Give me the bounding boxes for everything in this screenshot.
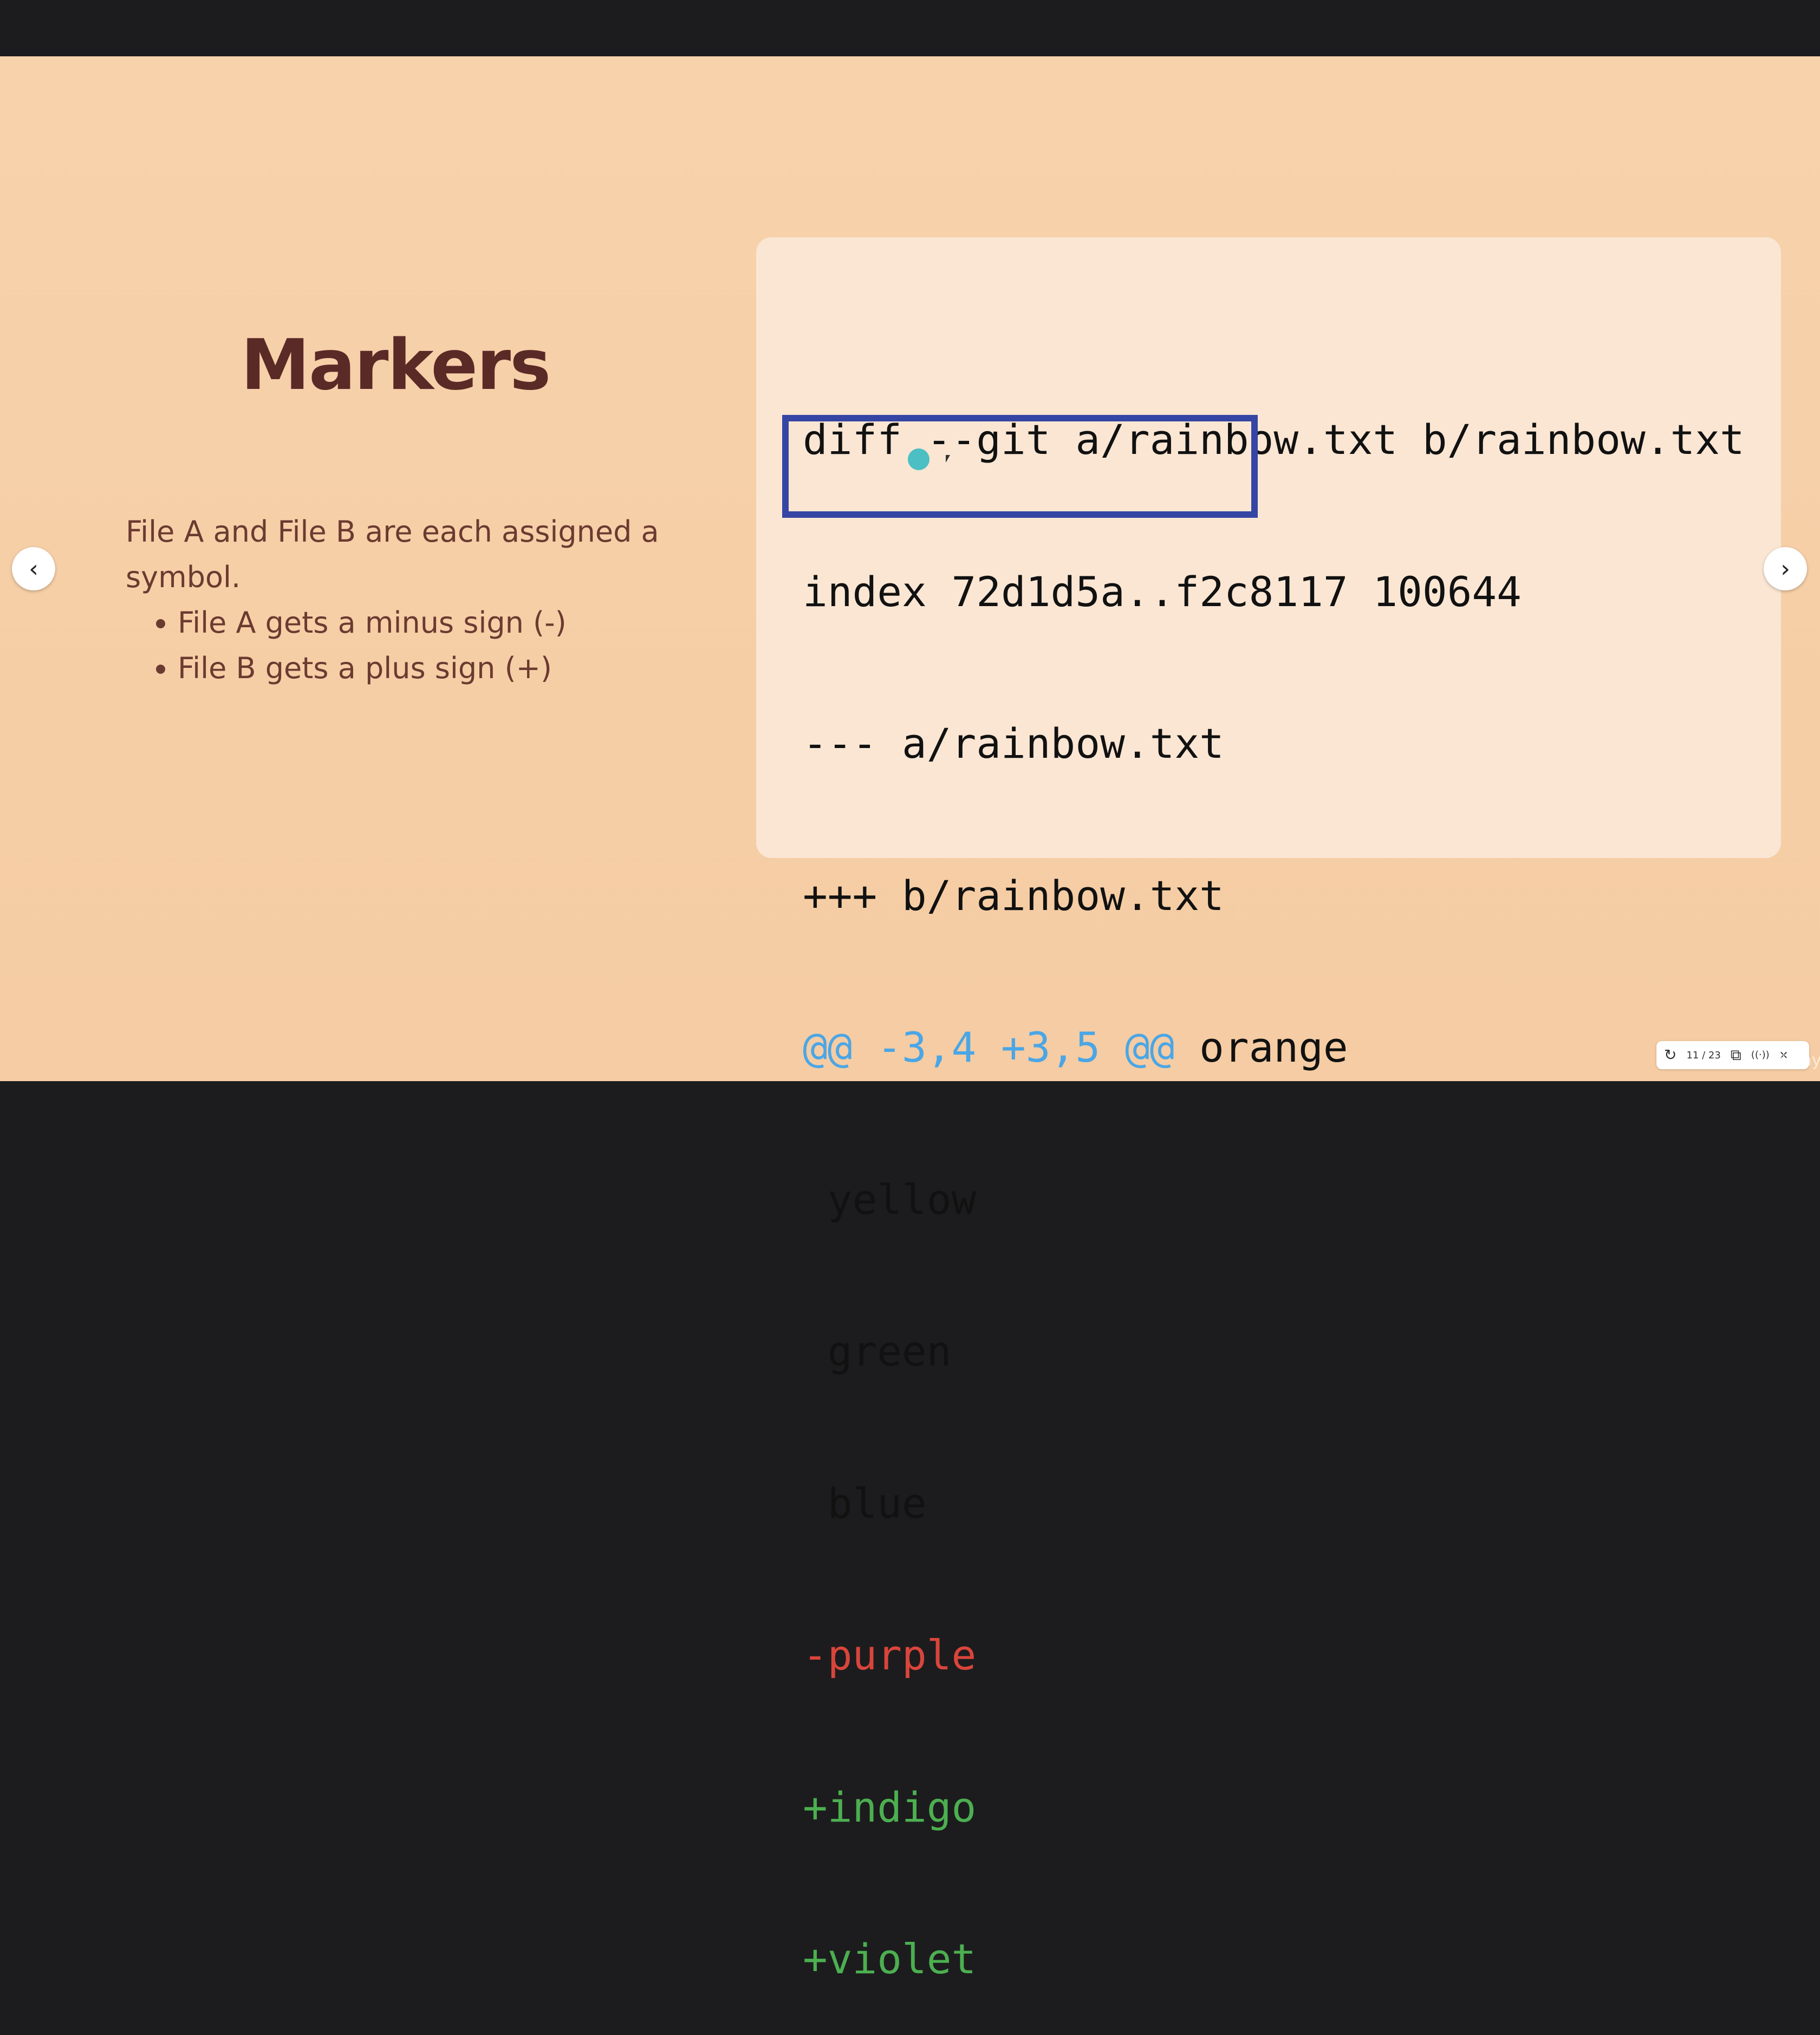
pointer-highlight-dot — [908, 448, 929, 470]
context-line: yellow — [803, 1175, 977, 1224]
chevron-left-icon: ‹ — [29, 555, 38, 583]
diff-index-line: index 72d1d5a..f2c8117 100644 — [803, 567, 1522, 616]
addition-line: +violet — [803, 1935, 977, 1983]
window-icon[interactable]: ⧉ — [1731, 1048, 1741, 1063]
bullet-item: File B gets a plus sign (+) — [178, 646, 667, 691]
context-line: green — [803, 1327, 952, 1375]
bullet-item: File A gets a minus sign (-) — [178, 600, 667, 646]
letterbox-top — [0, 0, 1820, 56]
slide-title: Markers — [240, 325, 551, 406]
context-line: blue — [803, 1479, 927, 1527]
hunk-range: @@ -3,4 +3,5 @@ — [803, 1023, 1175, 1071]
slide-body: File A and File B are each assigned a sy… — [126, 509, 667, 691]
hunk-context: orange — [1174, 1023, 1348, 1071]
addition-line: +indigo — [803, 1783, 977, 1831]
previous-slide-button[interactable]: ‹ — [12, 547, 55, 590]
chevron-right-icon: › — [1780, 555, 1790, 583]
deletion-line: -purple — [803, 1631, 977, 1679]
slide-intro-text: File A and File B are each assigned a sy… — [126, 515, 659, 594]
file-a-marker-line: --- a/rainbow.txt — [803, 719, 1224, 768]
letterbox-bottom — [0, 1081, 1820, 1137]
git-diff-code-block: diff --git a/rainbow.txt b/rainbow.txt i… — [803, 313, 1745, 2035]
next-slide-button[interactable]: › — [1764, 547, 1807, 590]
file-b-marker-line: +++ b/rainbow.txt — [803, 871, 1224, 920]
reload-icon[interactable]: ↻ — [1664, 1048, 1676, 1063]
udemy-watermark: Udemy — [1764, 1051, 1820, 1070]
marker-highlight-box — [782, 415, 1258, 518]
slide-counter: 11 / 23 — [1686, 1049, 1721, 1061]
hunk-header-line: @@ -3,4 +3,5 @@ orange — [803, 1022, 1745, 1073]
mouse-cursor-icon — [946, 455, 950, 463]
bullet-list: File A gets a minus sign (-) File B gets… — [126, 600, 667, 691]
